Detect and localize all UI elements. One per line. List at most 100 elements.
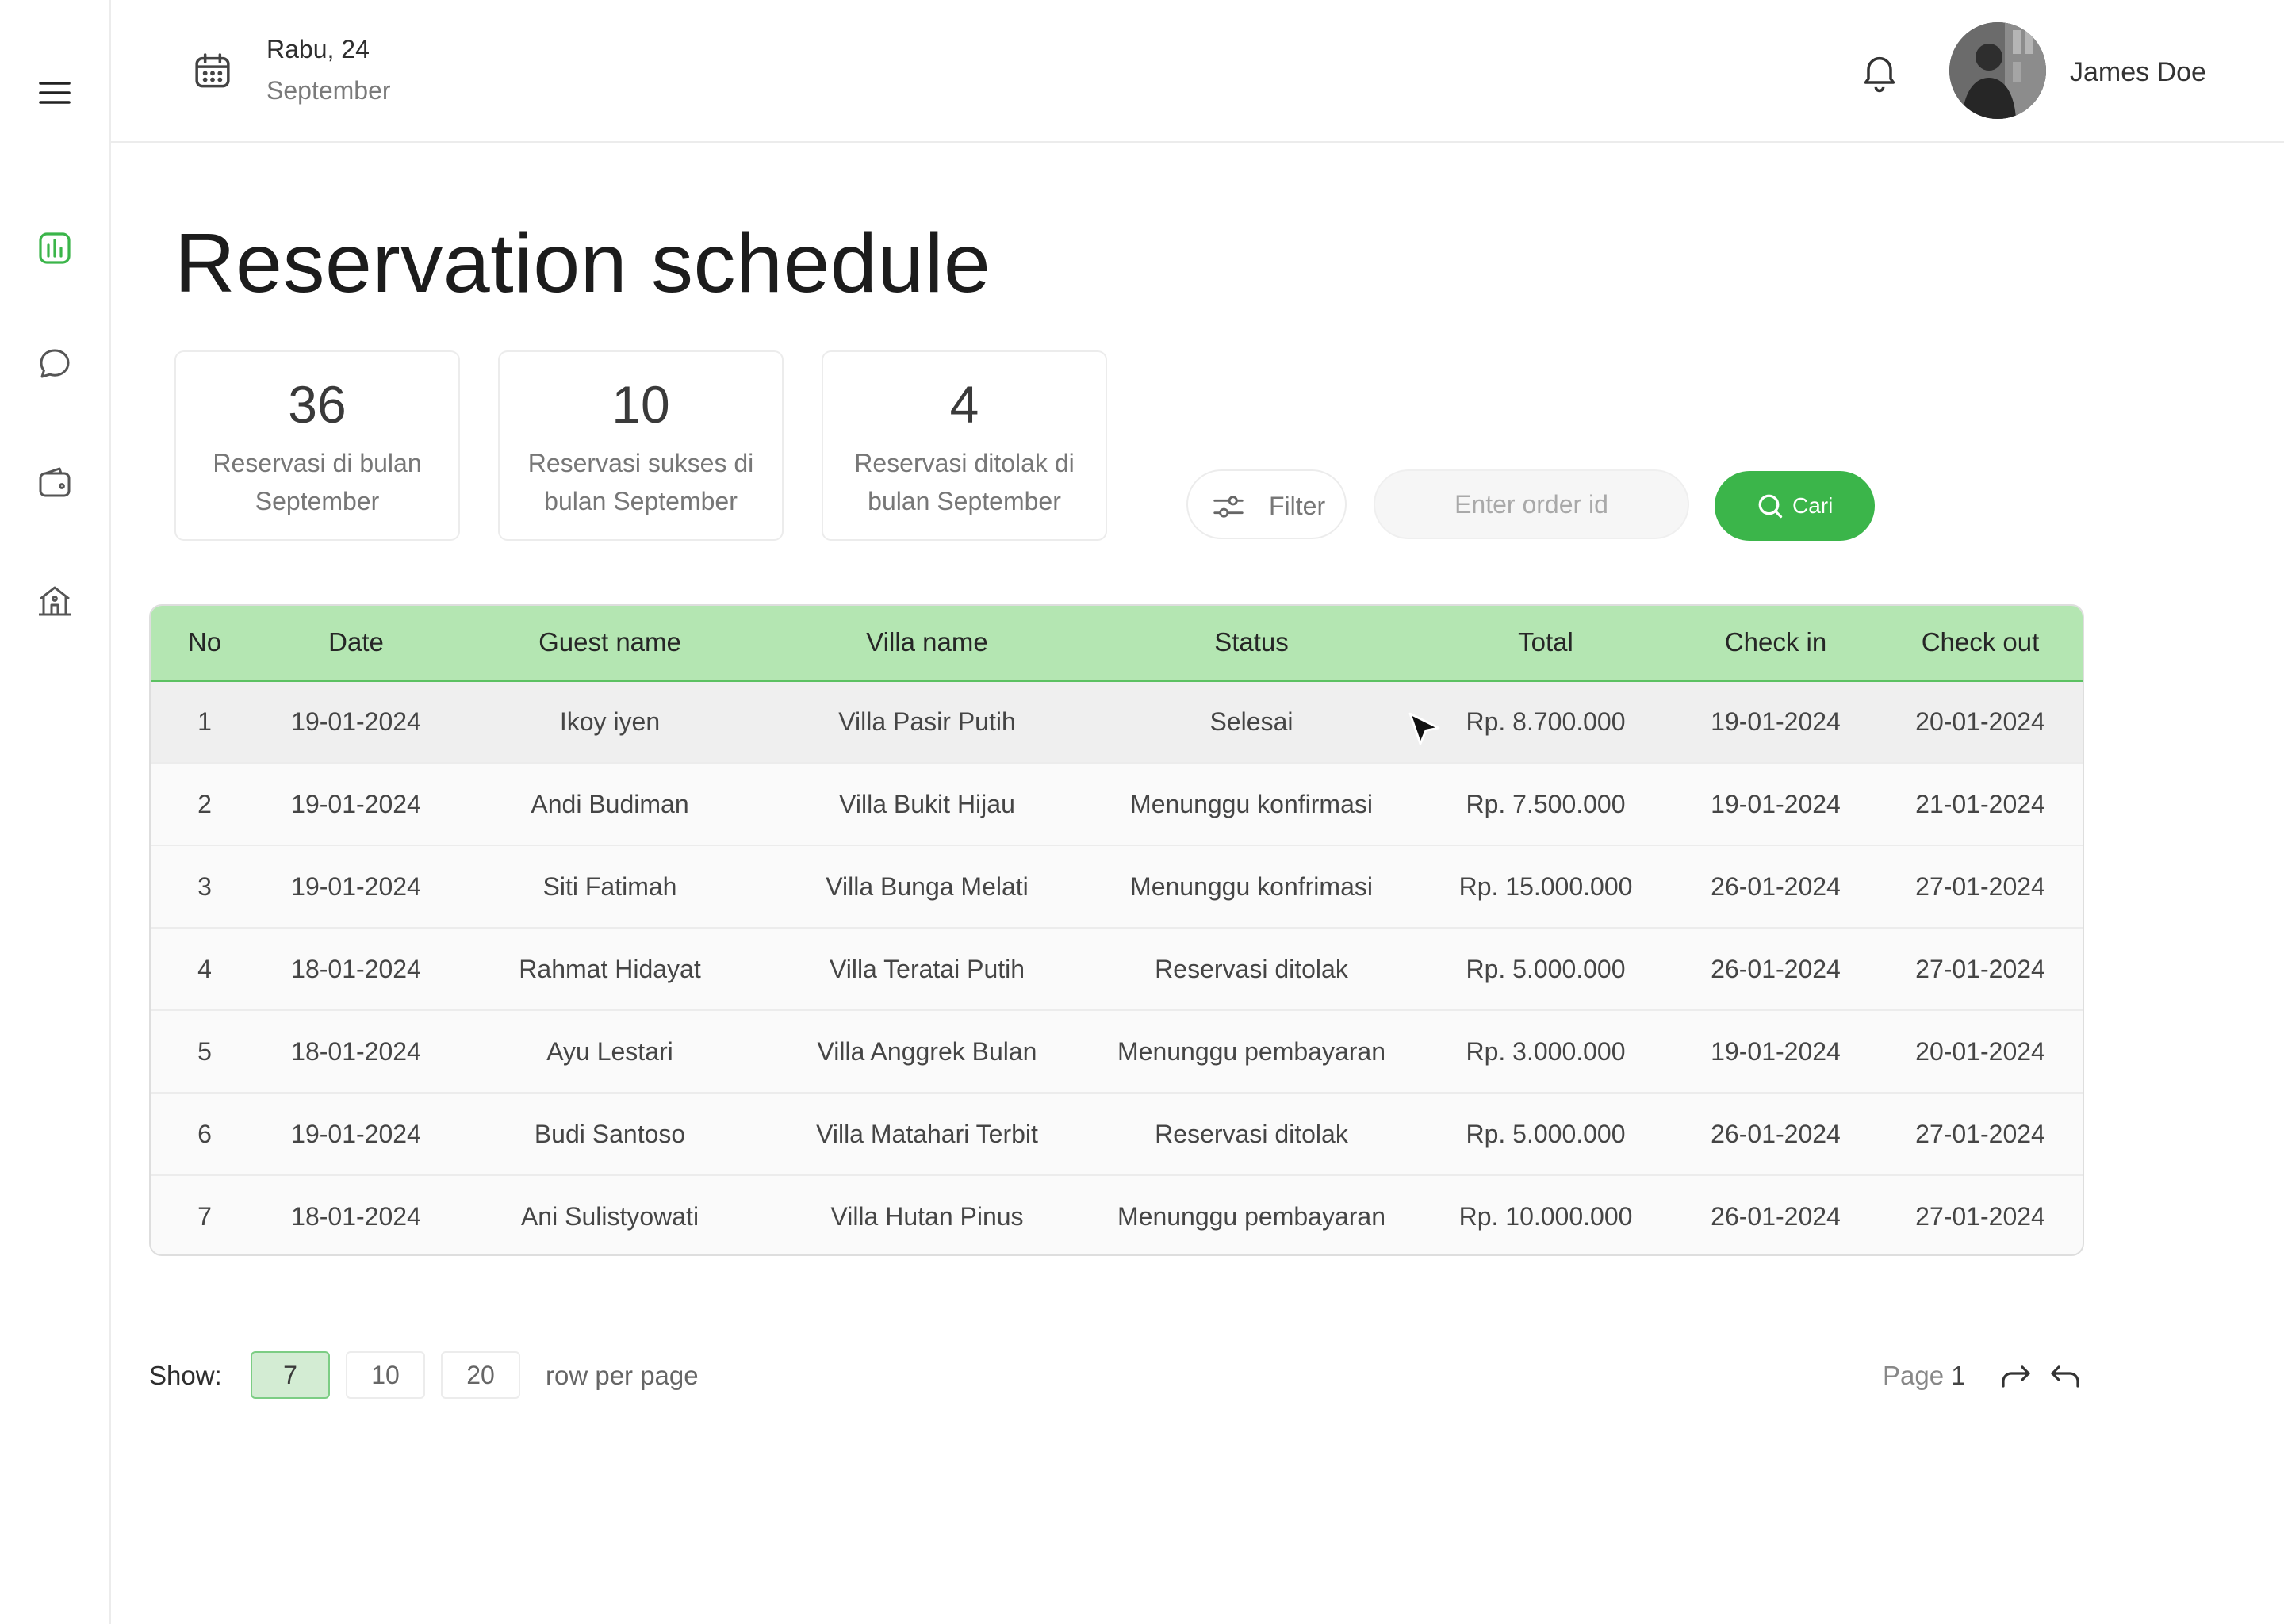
cell-date: 19-01-2024: [291, 789, 421, 818]
rows-per-page-option-7[interactable]: 7: [251, 1351, 330, 1399]
page-title: Reservation schedule: [174, 216, 991, 310]
cell-check-out: 20-01-2024: [1915, 1036, 2045, 1066]
notification-bell-icon[interactable]: [1857, 49, 1902, 94]
cell-guest-name: Andi Budiman: [531, 789, 689, 818]
cell-guest-name: Rahmat Hidayat: [519, 954, 701, 983]
cell-date: 18-01-2024: [291, 1036, 421, 1066]
cell-total: Rp. 5.000.000: [1466, 1119, 1626, 1148]
column-header-date[interactable]: Date: [259, 606, 454, 682]
cell-status: Menunggu konfrimasi: [1130, 871, 1373, 901]
cell-check-out: 27-01-2024: [1915, 1202, 2045, 1231]
filter-button[interactable]: Filter: [1186, 469, 1347, 539]
menu-button[interactable]: [32, 70, 78, 116]
header-date-day: Rabu, 24: [266, 35, 370, 63]
user-name[interactable]: James Doe: [2070, 57, 2206, 88]
chat-icon: [40, 349, 70, 378]
cell-check-out: 27-01-2024: [1915, 1119, 2045, 1148]
cell-check-out: 21-01-2024: [1915, 789, 2045, 818]
header-date-month: September: [266, 76, 391, 105]
sidebar-item-messages[interactable]: [32, 341, 78, 387]
house-icon: [39, 586, 71, 616]
cell-no: 2: [197, 789, 212, 818]
stat-value: 36: [288, 375, 347, 434]
table-row[interactable]: 4 18-01-2024 Rahmat Hidayat Villa Terata…: [151, 928, 2083, 1010]
cell-check-out: 27-01-2024: [1915, 954, 2045, 983]
column-header-status[interactable]: Status: [1088, 606, 1415, 682]
filter-label: Filter: [1269, 492, 1326, 520]
table-row[interactable]: 7 18-01-2024 Ani Sulistyowati Villa Huta…: [151, 1175, 2083, 1254]
table-header-row: No Date Guest name Villa name Status Tot…: [151, 606, 2083, 682]
table-row[interactable]: 3 19-01-2024 Siti Fatimah Villa Bunga Me…: [151, 845, 2083, 928]
cell-check-in: 19-01-2024: [1711, 1036, 1841, 1066]
top-header: Rabu, 24 September James Doe: [111, 0, 2284, 143]
search-button[interactable]: Cari: [1715, 471, 1875, 541]
cell-check-in: 26-01-2024: [1711, 954, 1841, 983]
cell-status: Reservasi ditolak: [1155, 1119, 1348, 1148]
rows-per-page-label: row per page: [546, 1361, 699, 1390]
cell-total: Rp. 15.000.000: [1458, 871, 1633, 901]
cell-check-in: 26-01-2024: [1711, 871, 1841, 901]
cell-no: 5: [197, 1036, 212, 1066]
stat-card-rejected: 4 Reservasi ditolak di bulan September: [822, 350, 1107, 541]
cell-villa-name: Villa Matahari Terbit: [816, 1119, 1038, 1148]
cell-check-in: 26-01-2024: [1711, 1202, 1841, 1231]
user-avatar[interactable]: [1949, 22, 2046, 119]
cell-no: 7: [197, 1202, 212, 1231]
cell-date: 18-01-2024: [291, 954, 421, 983]
cell-check-out: 20-01-2024: [1915, 707, 2045, 736]
cell-total: Rp. 3.000.000: [1466, 1036, 1626, 1066]
rows-per-page-option-20[interactable]: 20: [441, 1351, 520, 1399]
stat-card-success: 10 Reservasi sukses di bulan September: [498, 350, 784, 541]
cell-check-in: 19-01-2024: [1711, 789, 1841, 818]
cell-no: 6: [197, 1119, 212, 1148]
cell-date: 19-01-2024: [291, 1119, 421, 1148]
table-row[interactable]: 6 19-01-2024 Budi Santoso Villa Matahari…: [151, 1093, 2083, 1175]
stat-label: Reservasi sukses di bulan September: [527, 449, 754, 515]
cell-status: Reservasi ditolak: [1155, 954, 1348, 983]
column-header-total[interactable]: Total: [1415, 606, 1677, 682]
sidebar: [0, 0, 111, 1624]
stat-card-total: 36 Reservasi di bulan September: [174, 350, 460, 541]
rows-per-page-option-10[interactable]: 10: [346, 1351, 425, 1399]
menu-icon: [39, 82, 71, 104]
avatar-photo-icon: [1949, 22, 2046, 119]
column-header-villa-name[interactable]: Villa name: [766, 606, 1088, 682]
cell-status: Menunggu pembayaran: [1117, 1202, 1385, 1231]
column-header-check-in[interactable]: Check in: [1677, 606, 1875, 682]
wallet-icon: [39, 467, 71, 497]
next-page-arrow-icon[interactable]: [1997, 1358, 2035, 1396]
stat-value: 10: [611, 375, 670, 434]
cell-guest-name: Ikoy iyen: [559, 707, 661, 736]
cell-villa-name: Villa Hutan Pinus: [830, 1202, 1024, 1231]
cell-status: Menunggu pembayaran: [1117, 1036, 1385, 1066]
table-row[interactable]: 1 19-01-2024 Ikoy iyen Villa Pasir Putih…: [151, 680, 2083, 763]
sidebar-item-dashboard[interactable]: [32, 225, 78, 271]
previous-page-arrow-icon[interactable]: [2046, 1358, 2084, 1396]
cell-villa-name: Villa Bukit Hijau: [839, 789, 1015, 818]
page-indicator: Page 1: [1883, 1361, 1966, 1391]
cell-guest-name: Ani Sulistyowati: [520, 1202, 699, 1231]
page-label: Page: [1883, 1361, 1945, 1390]
column-header-no[interactable]: No: [151, 606, 259, 682]
column-header-guest-name[interactable]: Guest name: [454, 606, 766, 682]
table-row[interactable]: 5 18-01-2024 Ayu Lestari Villa Anggrek B…: [151, 1010, 2083, 1093]
stat-label: Reservasi ditolak di bulan September: [854, 449, 1075, 515]
search-button-label: Cari: [1792, 493, 1834, 518]
sidebar-item-wallet[interactable]: [32, 460, 78, 506]
cell-total: Rp. 7.500.000: [1466, 789, 1626, 818]
cell-villa-name: Villa Teratai Putih: [829, 954, 1025, 983]
table-row[interactable]: 2 19-01-2024 Andi Budiman Villa Bukit Hi…: [151, 763, 2083, 845]
mouse-cursor-icon: [1408, 712, 1440, 745]
cell-check-in: 26-01-2024: [1711, 1119, 1841, 1148]
sliders-icon: [1213, 496, 1244, 518]
stat-label: Reservasi di bulan September: [213, 449, 422, 515]
cell-no: 3: [197, 871, 212, 901]
sidebar-item-villas[interactable]: [32, 577, 78, 623]
stat-value: 4: [949, 375, 979, 434]
page-number: 1: [1951, 1361, 1966, 1390]
show-label: Show:: [149, 1361, 222, 1390]
cell-total: Rp. 10.000.000: [1458, 1202, 1633, 1231]
cell-guest-name: Budi Santoso: [534, 1119, 686, 1148]
order-id-search-input[interactable]: [1374, 469, 1689, 539]
column-header-check-out[interactable]: Check out: [1875, 606, 2083, 682]
